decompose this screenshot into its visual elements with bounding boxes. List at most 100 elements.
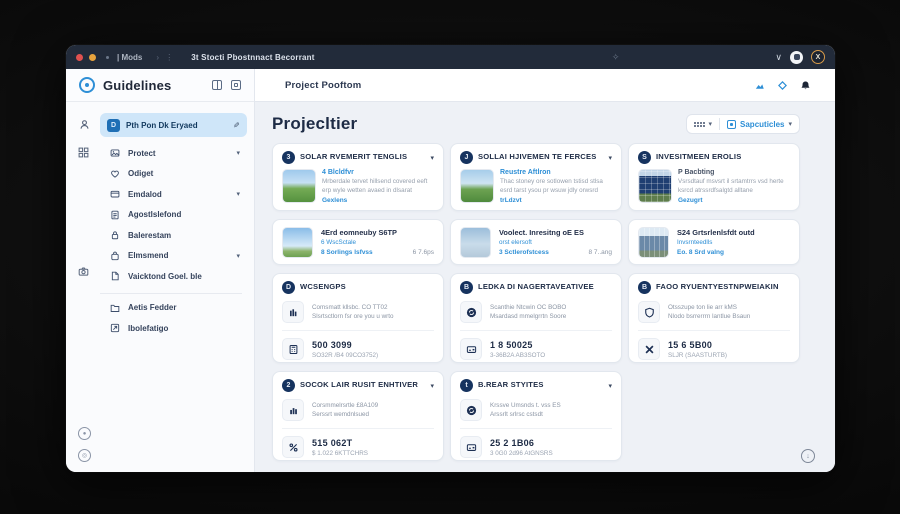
mini-card-title: S24 Grtsrlenlsfdt outd <box>677 228 755 237</box>
stat-info-line2: Nlodo bsrrerrrn lantlue Bsaun <box>668 313 751 320</box>
sidebar-item-agostlslefond[interactable]: Agostlslefond <box>66 205 254 226</box>
card-title: SOCOK LAIR RUSIT ENHTIVER <box>300 380 419 390</box>
card-link[interactable]: Gezugrt <box>678 197 790 204</box>
stat-info-line2: Serssrt wemdnlsued <box>312 411 370 418</box>
mini-card-title: Voolect. Inresitng oE ES <box>499 228 584 237</box>
project-card[interactable]: J SOLLAI HJIVEMEN TE FERCES ▾ Reustre Af… <box>450 143 622 211</box>
stat-info-line1: Comsmatt kllsbc. CO TT02 <box>312 303 388 311</box>
bell-icon[interactable] <box>800 80 811 91</box>
bag-icon <box>111 251 119 260</box>
chevron-down-icon[interactable]: ▾ <box>608 154 612 162</box>
pencil-icon[interactable]: ✎ <box>233 121 240 130</box>
wallet-icon <box>110 191 120 198</box>
specifics-button[interactable]: Sapcuticles ▾ <box>727 119 792 129</box>
stat-card[interactable]: t B.REAR STYITES ▾ Krssve Umsnds t. vss … <box>450 371 622 461</box>
stat-caption: SLJR (SAASTURTB) <box>668 351 728 359</box>
card-title: LEDKA DI NAGERTAVEATIVEE <box>478 282 594 292</box>
panel-icon[interactable] <box>231 80 241 90</box>
chevron-down-icon[interactable]: ▾ <box>608 382 612 390</box>
browser-menu-label[interactable]: | Mods <box>117 53 142 62</box>
stat-card[interactable]: 2 SOCOK LAIR RUSIT ENHTIVER ▾ Corsmmelrs… <box>272 371 444 461</box>
card-icon <box>460 436 482 458</box>
empty-grid-cell <box>628 371 800 461</box>
grid-view-button[interactable]: ▾ <box>693 120 712 128</box>
browser-avatar-orange[interactable]: X <box>811 50 825 64</box>
mini-card-line1: Invsrnteedlls <box>677 239 713 246</box>
person-icon <box>80 120 89 130</box>
project-card[interactable]: 3 SOLAR RVEMERIT TENGLIS ▾ 4 Blcldfvr Mr… <box>272 143 444 211</box>
card-link[interactable]: trLdzvt <box>500 197 612 204</box>
thumbnail-field <box>282 169 316 203</box>
mini-card-line2[interactable]: 8 Sorlings lsfvss <box>321 249 413 256</box>
minimize-window-button[interactable] <box>89 53 96 61</box>
stat-card[interactable]: D WCSENGPS Comsmatt kllsbc. CO TT02 Slsr… <box>272 273 444 363</box>
mini-card-line2[interactable]: 3 Sctlerofstcess <box>499 249 589 256</box>
stat-card[interactable]: B FAOO RYUENTYESTNPWEIAKIN Otsszupe ton … <box>628 273 800 363</box>
card-badge: 3 <box>282 151 295 164</box>
dots-grid-icon <box>693 121 705 127</box>
stat-card[interactable]: B LEDKA DI NAGERTAVEATIVEE Scanthie Ntcw… <box>450 273 622 363</box>
chevron-down-icon[interactable]: ▾ <box>430 154 434 162</box>
refresh-circle-icon <box>460 399 482 421</box>
page-icon <box>111 271 119 281</box>
card-title: SOLAR RVEMERIT TENGLIS <box>300 152 408 162</box>
folder-icon <box>110 304 120 312</box>
card-badge: B <box>638 281 651 294</box>
card-description: Vsrsdtauf msvsrt il srtamtrrs vsd herte … <box>678 178 784 194</box>
chevron-down-icon[interactable]: ▾ <box>236 252 240 260</box>
tab-action-icon[interactable]: ✧ <box>612 52 620 63</box>
scroll-down-icon[interactable]: ↓ <box>801 449 815 463</box>
card-divider <box>460 428 612 429</box>
cross-icon <box>638 338 660 360</box>
boxed-square-icon <box>727 119 737 129</box>
browser-avatar-light[interactable] <box>790 50 803 64</box>
toolbar-divider <box>719 118 721 130</box>
stat-value: 15 6 5B00 <box>668 339 713 350</box>
books-icon <box>282 301 304 323</box>
card-badge: t <box>460 379 473 392</box>
mini-card[interactable]: Voolect. Inresitng oE ES orst elersoft 3… <box>450 219 622 265</box>
sidebar-item-label: Pth Pon Dk Eryaed <box>126 120 198 130</box>
browser-tab-title[interactable]: 3t Stocti Pbostnnact Becorrant <box>191 53 314 62</box>
mini-card-value: 6 7.6ps <box>412 249 434 256</box>
main-area: Project Pooftom Projecltier ▾ Sapcuticle… <box>255 69 835 472</box>
stat-value: 500 3099 <box>312 339 352 350</box>
chevron-down-icon[interactable]: ▾ <box>236 149 240 157</box>
card-title: B.REAR STYITES <box>478 380 544 390</box>
project-card[interactable]: S INVESITMEEN EROLIS P Bacbting Vsrsdtau… <box>628 143 800 211</box>
sidebar-item-ibolefatigo[interactable]: Ibolefatigo <box>66 318 254 339</box>
topbar-title: Project Pooftom <box>285 79 362 91</box>
mini-card-line2[interactable]: Eo. 8 Srd valng <box>677 249 790 256</box>
sidebar-item-protect[interactable]: Protect ▾ <box>66 143 254 164</box>
card-badge: B <box>460 281 473 294</box>
thumbnail-solar-panels <box>638 169 672 203</box>
sidebar-title: Guidelines <box>103 77 172 93</box>
sidebar-item-elmsmend[interactable]: Elmsmend ▾ <box>66 246 254 267</box>
sidebar-item-odiget[interactable]: Odiget <box>66 164 254 185</box>
mini-card[interactable]: S24 Grtsrlenlsfdt outd Invsrnteedlls Eo.… <box>628 219 800 265</box>
sidebar-item-aetis-fedder[interactable]: Aetis Fedder <box>66 298 254 319</box>
layout-split-icon[interactable] <box>212 80 222 90</box>
card-divider <box>460 330 612 331</box>
thumbnail-sky <box>282 226 313 258</box>
cards-grid: 3 SOLAR RVEMERIT TENGLIS ▾ 4 Blcldfvr Mr… <box>272 143 835 461</box>
close-window-button[interactable] <box>76 53 83 61</box>
app-window: | Mods › ⋮ 3t Stocti Pbostnnact Becorran… <box>66 45 835 472</box>
stat-info-line1: Corsmmelrsrtle £8A109 <box>312 401 379 409</box>
stat-value: 25 2 1B06 <box>490 437 535 448</box>
sidebar-item-balerestam[interactable]: Balerestam <box>66 225 254 246</box>
card-divider <box>638 330 790 331</box>
chevron-down-icon[interactable]: ∨ <box>775 52 782 63</box>
mini-card[interactable]: 4Erd eomneuby S6TP 6 WscSctale 8 Sorling… <box>272 219 444 265</box>
sidebar-item-vaicktond[interactable]: Vaicktond Goel. ble <box>66 266 254 287</box>
settings-circle-icon[interactable]: ◎ <box>78 449 91 462</box>
chevron-down-icon[interactable]: ▾ <box>430 382 434 390</box>
cloud-upload-icon[interactable] <box>754 80 765 91</box>
sidebar-item-emdalod[interactable]: Emdalod ▾ <box>66 184 254 205</box>
sidebar-item-active[interactable]: D Pth Pon Dk Eryaed ✎ <box>100 113 247 137</box>
diamond-icon[interactable] <box>777 80 788 91</box>
card-description: Mrberdale tervet hillsend covered eeft e… <box>322 178 428 194</box>
card-link[interactable]: Gexlens <box>322 197 434 204</box>
chevron-down-icon[interactable]: ▾ <box>236 190 240 198</box>
help-circle-icon[interactable]: ● <box>78 427 91 440</box>
